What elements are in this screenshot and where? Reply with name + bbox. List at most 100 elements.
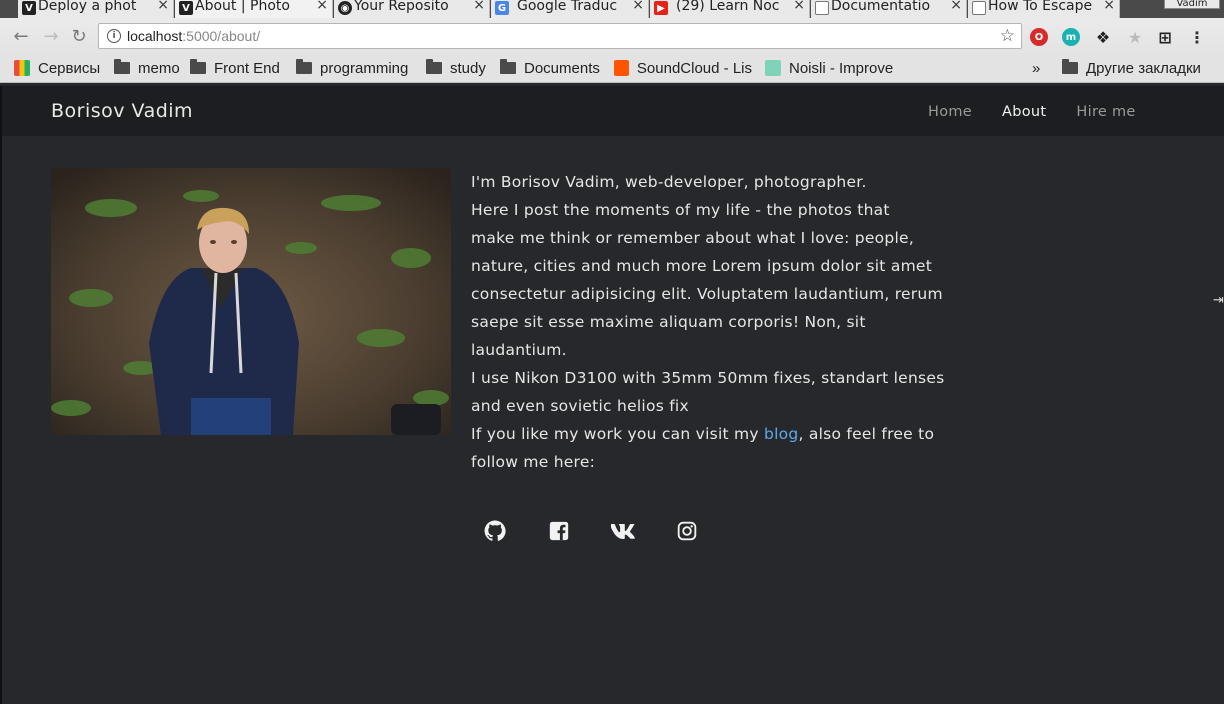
bookmark-label: SoundCloud - Lis	[636, 59, 752, 77]
close-icon[interactable]: ×	[157, 0, 169, 13]
bookmark-item[interactable]: Documents	[500, 59, 600, 77]
about-line: laudantium.	[471, 341, 567, 359]
doc-icon	[815, 1, 829, 15]
bookmark-label: Сервисы	[38, 59, 101, 77]
tab-title: How To Escape	[988, 0, 1093, 14]
bookmarks-overflow-chevron[interactable]: »	[1032, 59, 1040, 77]
tab-title: Google Traduc	[517, 0, 618, 14]
google-translate-icon: G	[495, 1, 509, 15]
bookmark-item[interactable]: memo	[114, 59, 180, 77]
about-line: follow me here:	[471, 453, 596, 471]
site-navbar: Borisov Vadim Home About Hire me	[0, 86, 1224, 136]
about-line: consectetur adipisicing elit. Voluptatem…	[471, 285, 943, 303]
extension-dark-icon[interactable]: ❖	[1094, 28, 1112, 47]
close-icon[interactable]: ×	[316, 0, 328, 13]
bookmark-item[interactable]: SoundCloud - Lis	[614, 59, 752, 77]
bookmark-item[interactable]: Front End	[190, 59, 280, 77]
tab-title: (29) Learn Noc	[676, 0, 780, 14]
bookmark-item[interactable]: Сервисы	[14, 59, 100, 77]
reload-icon[interactable]: ↻	[68, 25, 90, 47]
bookmark-label: programming	[320, 59, 409, 77]
browser-tabstrip: V Deploy a phot × V About | Photo × ◉ Yo…	[0, 0, 1224, 18]
nav-links: Home About Hire me	[928, 104, 1166, 120]
about-line: I use Nikon D3100 with 35mm 50mm fixes, …	[471, 369, 945, 387]
url-path: :5000/about/	[182, 28, 261, 44]
about-line: I'm Borisov Vadim, web-developer, photog…	[471, 173, 867, 191]
noisli-icon	[765, 60, 781, 76]
bookmark-label: memo	[138, 59, 180, 77]
browser-tab[interactable]: V Deploy a phot ×	[18, 0, 174, 18]
close-icon[interactable]: ×	[950, 0, 962, 13]
overflow-label: »	[1032, 59, 1041, 77]
bookmark-label: Front End	[214, 59, 280, 77]
nav-about[interactable]: About	[1002, 104, 1046, 120]
bookmark-item[interactable]: Noisli - Improve	[765, 59, 903, 77]
github-icon: ◉	[338, 1, 352, 15]
tab-title: About | Photo	[195, 0, 290, 14]
tab-title: Documentatio	[831, 0, 931, 14]
about-blog-line: If you like my work you can visit my blo…	[471, 420, 981, 448]
github-icon[interactable]	[481, 517, 509, 545]
v-icon: V	[22, 1, 36, 15]
address-bar[interactable]: i localhost:5000/about/ ☆	[98, 23, 1022, 49]
browser-tab[interactable]: ◉ Your Reposito ×	[334, 0, 490, 18]
about-line: and even sovietic helios fix	[471, 397, 689, 415]
tab-title: Deploy a phot	[38, 0, 137, 14]
bookmark-label: study	[450, 59, 486, 77]
browser-tab[interactable]: ▶ (29) Learn Noc ×	[650, 0, 810, 18]
folder-icon	[500, 59, 516, 74]
window-edge	[0, 86, 2, 704]
bookmark-label: Другие закладки	[1086, 59, 1201, 77]
nav-home[interactable]: Home	[928, 104, 972, 120]
instagram-icon[interactable]	[673, 517, 701, 545]
close-icon[interactable]: ×	[793, 0, 805, 13]
v-icon: V	[179, 1, 193, 15]
browser-tab[interactable]: How To Escape ×	[968, 0, 1120, 18]
back-icon[interactable]: ←	[10, 25, 32, 47]
blog-link[interactable]: blog	[764, 425, 798, 443]
browser-tab[interactable]: G Google Traduc ×	[491, 0, 649, 18]
nav-hire-me[interactable]: Hire me	[1076, 104, 1135, 120]
vk-icon[interactable]	[609, 517, 637, 545]
site-brand[interactable]: Borisov Vadim	[51, 100, 193, 122]
apps-icon	[14, 60, 30, 76]
url-text[interactable]: localhost:5000/about/	[127, 28, 260, 44]
browser-tab-active[interactable]: V About | Photo ×	[175, 0, 333, 18]
facebook-icon[interactable]	[545, 517, 573, 545]
folder-icon	[114, 59, 130, 74]
folder-icon	[426, 59, 442, 74]
close-icon[interactable]: ×	[473, 0, 485, 13]
social-links	[481, 517, 711, 547]
about-text: I'm Borisov Vadim, web-developer, photog…	[471, 168, 981, 476]
profile-badge[interactable]: Vadim	[1164, 0, 1220, 9]
bookmark-star-icon[interactable]: ☆	[1000, 26, 1015, 46]
profile-photo	[51, 168, 451, 435]
extension-m-icon[interactable]: m	[1062, 28, 1080, 46]
blog-prefix: If you like my work you can visit my	[471, 425, 764, 443]
info-icon[interactable]: i	[107, 29, 121, 43]
about-line: make me think or remember about what I l…	[471, 229, 915, 247]
resize-cursor-icon: ⇥	[1213, 293, 1224, 308]
about-line: saepe sit esse maxime aliquam corporis! …	[471, 313, 866, 331]
forward-icon[interactable]: →	[40, 25, 62, 47]
bookmark-item[interactable]: programming	[296, 59, 408, 77]
bookmark-label: Noisli - Improve	[789, 59, 894, 77]
extension-crop-icon[interactable]: ⊞	[1156, 28, 1174, 47]
browser-tab[interactable]: Documentatio ×	[811, 0, 967, 18]
browser-toolbar: ← → ↻ i localhost:5000/about/ ☆ O m ❖ ★ …	[0, 18, 1224, 54]
folder-icon	[296, 59, 312, 74]
youtube-icon: ▶	[654, 1, 668, 15]
bookmark-item[interactable]: study	[426, 59, 486, 77]
doc-icon	[972, 1, 986, 15]
close-icon[interactable]: ×	[1103, 0, 1115, 13]
url-host: localhost	[127, 28, 183, 44]
opera-icon[interactable]: O	[1030, 28, 1048, 46]
close-icon[interactable]: ×	[632, 0, 644, 13]
extension-star-icon[interactable]: ★	[1126, 28, 1144, 47]
about-line: nature, cities and much more Lorem ipsum…	[471, 257, 933, 275]
folder-icon	[190, 59, 206, 74]
menu-icon[interactable]: ⋮	[1188, 28, 1206, 47]
other-bookmarks[interactable]: Другие закладки	[1062, 59, 1201, 77]
folder-icon	[1062, 59, 1078, 74]
bookmarks-bar: Сервисы memo Front End programming study…	[0, 54, 1224, 83]
